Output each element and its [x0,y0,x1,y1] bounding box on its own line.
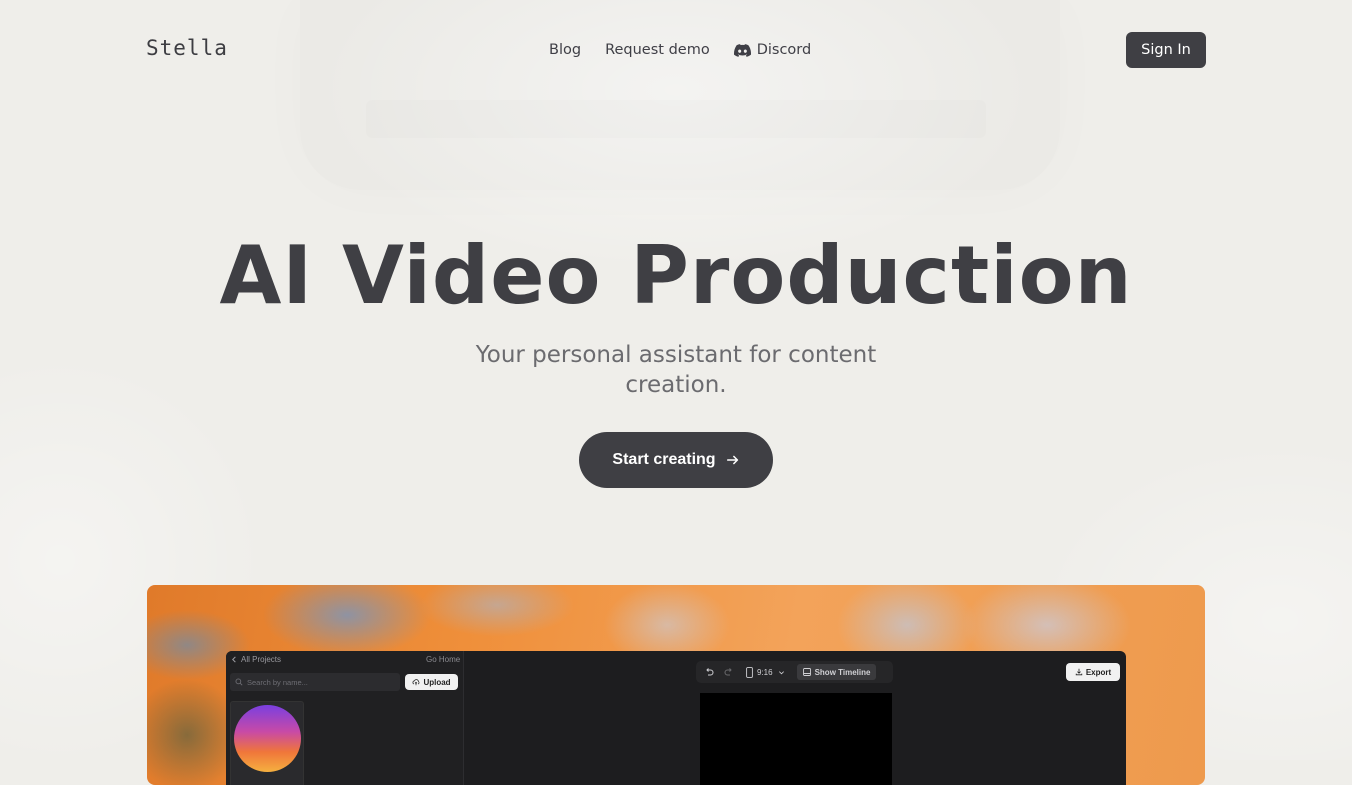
product-showcase: All Projects Go Home Search by name... U… [147,585,1205,785]
sign-in-button[interactable]: Sign In [1126,32,1206,68]
arrow-right-icon [726,455,738,465]
nav-link-blog[interactable]: Blog [549,42,581,58]
aspect-ratio-value: 9:16 [757,667,773,677]
background-ghost-bar [366,100,986,138]
site-header: Stella Blog Request demo Discord Sign In [0,0,1352,100]
nav-link-discord-label: Discord [756,42,812,58]
show-timeline-label: Show Timeline [814,667,871,677]
main-nav: Blog Request demo Discord [549,40,811,60]
start-creating-label: Start creating [612,451,716,468]
chevron-left-icon [232,656,236,663]
go-home-link[interactable]: Go Home [426,655,460,664]
discord-icon [733,43,751,57]
project-thumbnail[interactable] [230,701,304,785]
editor-sidebar: All Projects Go Home Search by name... U… [226,651,464,785]
undo-icon[interactable] [704,667,714,677]
thumbnail-gradient-orb [234,705,301,772]
upload-cloud-icon [412,679,420,686]
phone-icon [746,666,753,678]
export-button[interactable]: Export [1066,663,1120,681]
redo-icon[interactable] [724,667,734,677]
all-projects-link[interactable]: All Projects [231,655,281,664]
search-icon [235,678,243,686]
search-placeholder: Search by name... [247,677,308,687]
upload-button[interactable]: Upload [405,674,458,690]
hero-subtitle: Your personal assistant for content crea… [475,342,877,398]
video-canvas[interactable] [700,693,892,785]
aspect-ratio-select[interactable]: 9:16 [746,666,785,678]
project-search-input[interactable]: Search by name... [230,673,400,691]
start-creating-button[interactable]: Start creating [579,432,773,488]
editor-toolbar: 9:16 Show Timeline [696,661,893,683]
download-icon [1075,668,1083,676]
timeline-icon [802,668,811,676]
nav-link-request-demo[interactable]: Request demo [605,42,710,58]
upload-label: Upload [423,677,451,687]
hero-title: AI Video Production [219,229,1133,322]
editor-preview-window: All Projects Go Home Search by name... U… [226,651,1126,785]
chevron-down-icon [778,670,784,674]
nav-link-discord[interactable]: Discord [733,42,812,58]
show-timeline-button[interactable]: Show Timeline [796,664,877,680]
brand-logo[interactable]: Stella [146,36,228,60]
all-projects-label: All Projects [241,655,282,664]
export-label: Export [1085,667,1112,677]
